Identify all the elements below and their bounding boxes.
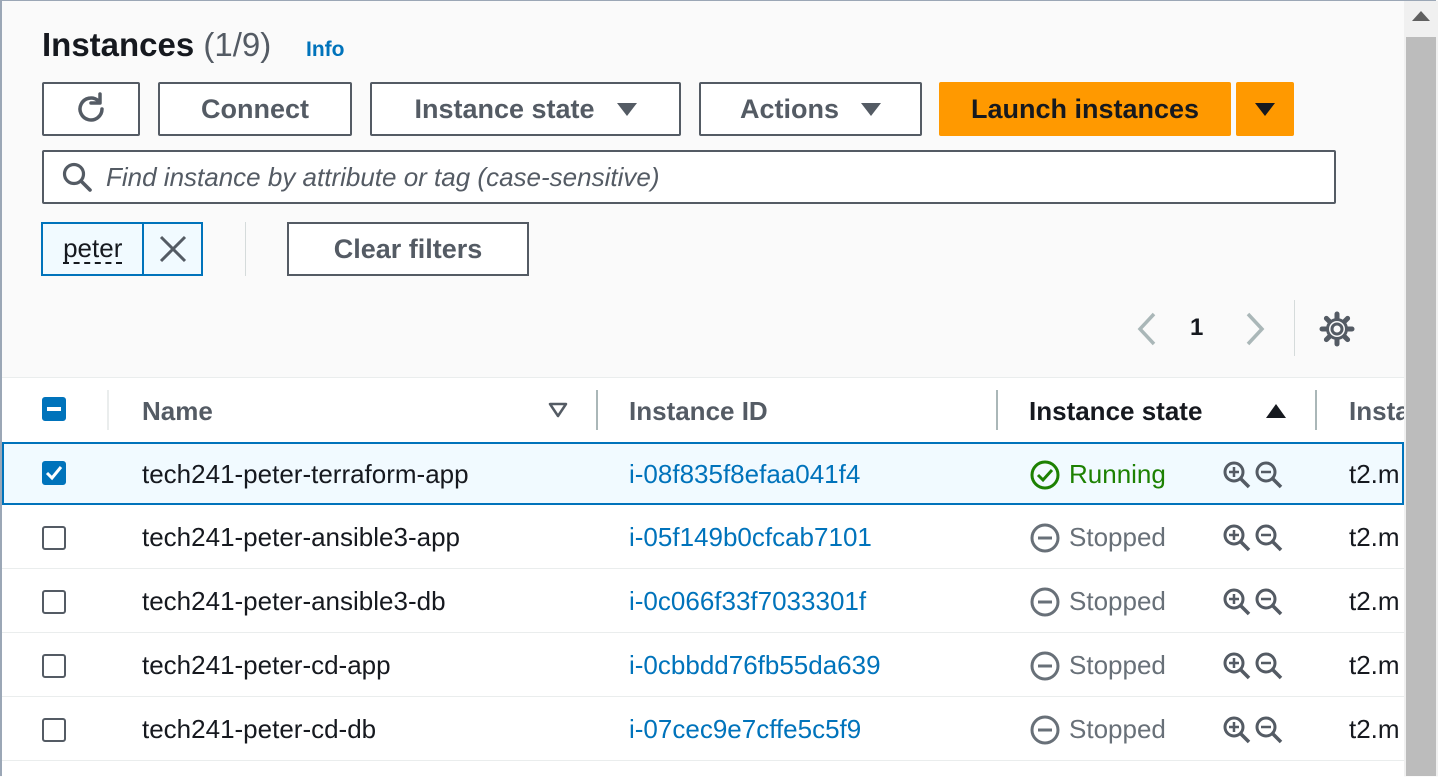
zoom-in-icon[interactable] xyxy=(1222,651,1252,681)
table-row[interactable]: tech241-peter-ansible3-app i-05f149b0cfc… xyxy=(2,506,1404,569)
scroll-up-arrow-icon[interactable] xyxy=(1412,11,1430,21)
caret-down-icon xyxy=(861,102,881,116)
next-page-icon[interactable] xyxy=(1240,310,1270,348)
vertical-scrollbar[interactable] xyxy=(1404,1,1438,776)
launch-dropdown-button[interactable] xyxy=(1236,82,1294,136)
table-row[interactable]: tech241-peter-ansible3-db i-0c066f33f703… xyxy=(2,570,1404,633)
scrollbar-thumb[interactable] xyxy=(1406,37,1436,776)
sort-descending-icon[interactable] xyxy=(548,402,568,418)
caret-down-icon xyxy=(1255,102,1275,116)
table-row[interactable]: tech241-peter-terraform-app i-08f835f8ef… xyxy=(2,442,1404,505)
select-all-checkbox[interactable] xyxy=(42,397,66,421)
indeterminate-icon xyxy=(47,407,61,411)
page-title-text: Instances xyxy=(42,26,195,63)
instance-state-stopped: Stopped xyxy=(1069,522,1166,552)
column-header-name[interactable]: Name xyxy=(142,396,213,427)
instance-state-label: Instance state xyxy=(414,93,595,124)
instance-state-stopped: Stopped xyxy=(1069,586,1166,616)
instance-state-stopped: Stopped xyxy=(1069,650,1166,680)
zoom-in-icon[interactable] xyxy=(1222,715,1252,745)
sort-ascending-icon[interactable] xyxy=(1266,404,1286,418)
zoom-out-icon[interactable] xyxy=(1254,523,1284,553)
instance-name: tech241-peter-cd-app xyxy=(142,650,391,680)
launch-instances-button[interactable]: Launch instances xyxy=(939,82,1231,136)
column-header-instance-type[interactable]: Insta xyxy=(1349,396,1404,427)
column-divider[interactable] xyxy=(996,390,998,430)
row-checkbox[interactable] xyxy=(42,526,66,550)
instance-state-button[interactable]: Instance state xyxy=(370,82,681,136)
column-divider[interactable] xyxy=(1315,390,1317,430)
instances-table: Name Instance ID Instance state Insta te… xyxy=(2,377,1404,777)
instance-name: tech241-peter-terraform-app xyxy=(142,459,469,489)
instance-type: t2.m xyxy=(1349,459,1400,489)
divider xyxy=(245,222,246,276)
filter-token: peter xyxy=(41,222,203,276)
running-check-icon xyxy=(1030,460,1060,490)
row-checkbox[interactable] xyxy=(42,654,66,678)
stopped-icon xyxy=(1030,523,1060,553)
column-divider xyxy=(107,390,109,430)
zoom-out-icon[interactable] xyxy=(1254,651,1284,681)
instance-name: tech241-peter-cd-db xyxy=(142,714,377,744)
filter-token-label: peter xyxy=(43,224,142,274)
search-bar xyxy=(42,150,1336,204)
row-checkbox[interactable] xyxy=(42,718,66,742)
instance-name: tech241-peter-ansible3-app xyxy=(142,522,460,552)
instance-type: t2.m xyxy=(1349,650,1400,680)
instance-id-link[interactable]: i-0c066f33f7033301f xyxy=(629,586,866,617)
previous-page-icon[interactable] xyxy=(1132,310,1162,348)
info-link[interactable]: Info xyxy=(306,38,344,62)
search-input[interactable] xyxy=(104,160,1308,194)
close-icon xyxy=(159,235,186,263)
instance-id-link[interactable]: i-07cec9e7cffe5c5f9 xyxy=(629,714,861,745)
instance-id-link[interactable]: i-0cbbdd76fb55da639 xyxy=(629,650,881,681)
search-icon xyxy=(62,162,92,192)
column-header-instance-id[interactable]: Instance ID xyxy=(629,396,768,427)
instance-id-link[interactable]: i-05f149b0cfcab7101 xyxy=(629,522,872,553)
check-icon xyxy=(45,466,63,481)
zoom-out-icon[interactable] xyxy=(1254,587,1284,617)
refresh-button[interactable] xyxy=(42,82,140,136)
instance-type: t2.m xyxy=(1349,714,1400,744)
zoom-out-icon[interactable] xyxy=(1254,460,1284,490)
filter-token-text: peter xyxy=(63,233,123,264)
row-checkbox[interactable] xyxy=(42,461,66,485)
clear-filters-button[interactable]: Clear filters xyxy=(287,222,529,276)
stopped-icon xyxy=(1030,651,1060,681)
zoom-in-icon[interactable] xyxy=(1222,587,1252,617)
zoom-out-icon[interactable] xyxy=(1254,715,1284,745)
page-number[interactable]: 1 xyxy=(1190,314,1203,342)
column-header-instance-state[interactable]: Instance state xyxy=(1029,396,1202,427)
stopped-icon xyxy=(1030,715,1060,745)
instance-name: tech241-peter-ansible3-db xyxy=(142,586,446,616)
row-checkbox[interactable] xyxy=(42,590,66,614)
table-row[interactable]: tech241-peter-cd-app i-0cbbdd76fb55da639… xyxy=(2,634,1404,697)
column-divider[interactable] xyxy=(596,390,598,430)
table-row[interactable]: tech241-peter-cd-db i-07cec9e7cffe5c5f9 … xyxy=(2,698,1404,761)
table-header: Name Instance ID Instance state Insta xyxy=(2,378,1404,443)
instance-type: t2.m xyxy=(1349,586,1400,616)
actions-button[interactable]: Actions xyxy=(699,82,922,136)
instance-type: t2.m xyxy=(1349,522,1400,552)
remove-filter-button[interactable] xyxy=(142,224,201,274)
zoom-in-icon[interactable] xyxy=(1222,523,1252,553)
gear-icon[interactable] xyxy=(1318,310,1356,348)
page-title: Instances (1/9) xyxy=(42,26,271,64)
zoom-in-icon[interactable] xyxy=(1222,460,1252,490)
instance-state-running: Running xyxy=(1069,459,1166,489)
caret-down-icon xyxy=(616,102,637,116)
instance-id-link[interactable]: i-08f835f8efaa041f4 xyxy=(629,459,860,490)
selection-count: (1/9) xyxy=(203,26,272,63)
divider xyxy=(1294,300,1295,356)
stopped-icon xyxy=(1030,587,1060,617)
refresh-icon xyxy=(78,92,104,122)
actions-label: Actions xyxy=(739,93,839,124)
instance-state-stopped: Stopped xyxy=(1069,714,1166,744)
connect-button[interactable]: Connect xyxy=(158,82,352,136)
